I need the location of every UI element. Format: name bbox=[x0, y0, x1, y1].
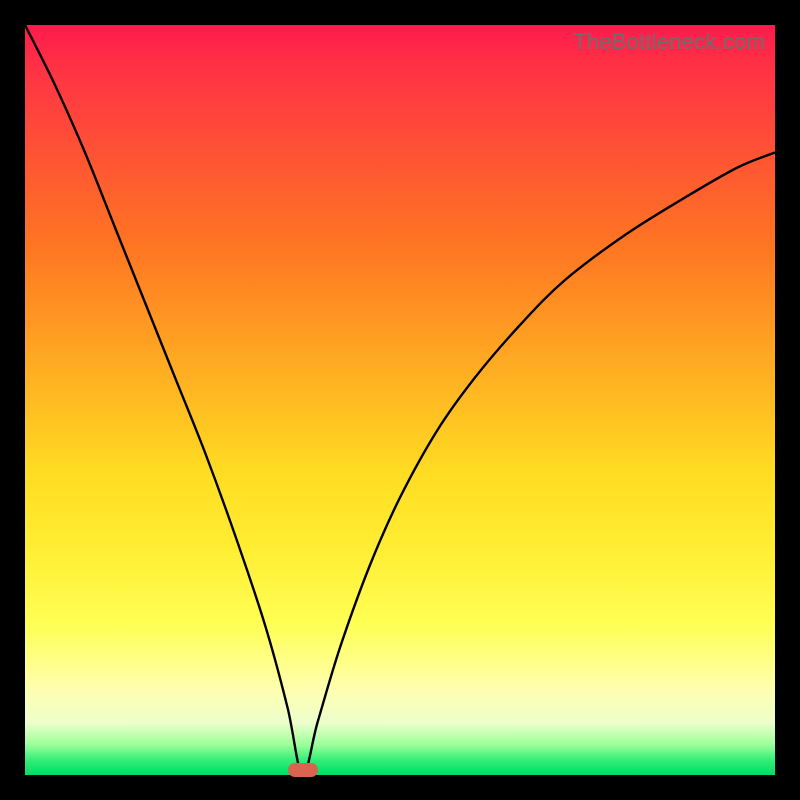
optimal-marker bbox=[288, 763, 318, 777]
curve-path bbox=[25, 25, 775, 775]
plot-area: TheBottleneck.com bbox=[25, 25, 775, 775]
chart-frame: TheBottleneck.com bbox=[0, 0, 800, 800]
bottleneck-curve bbox=[25, 25, 775, 775]
